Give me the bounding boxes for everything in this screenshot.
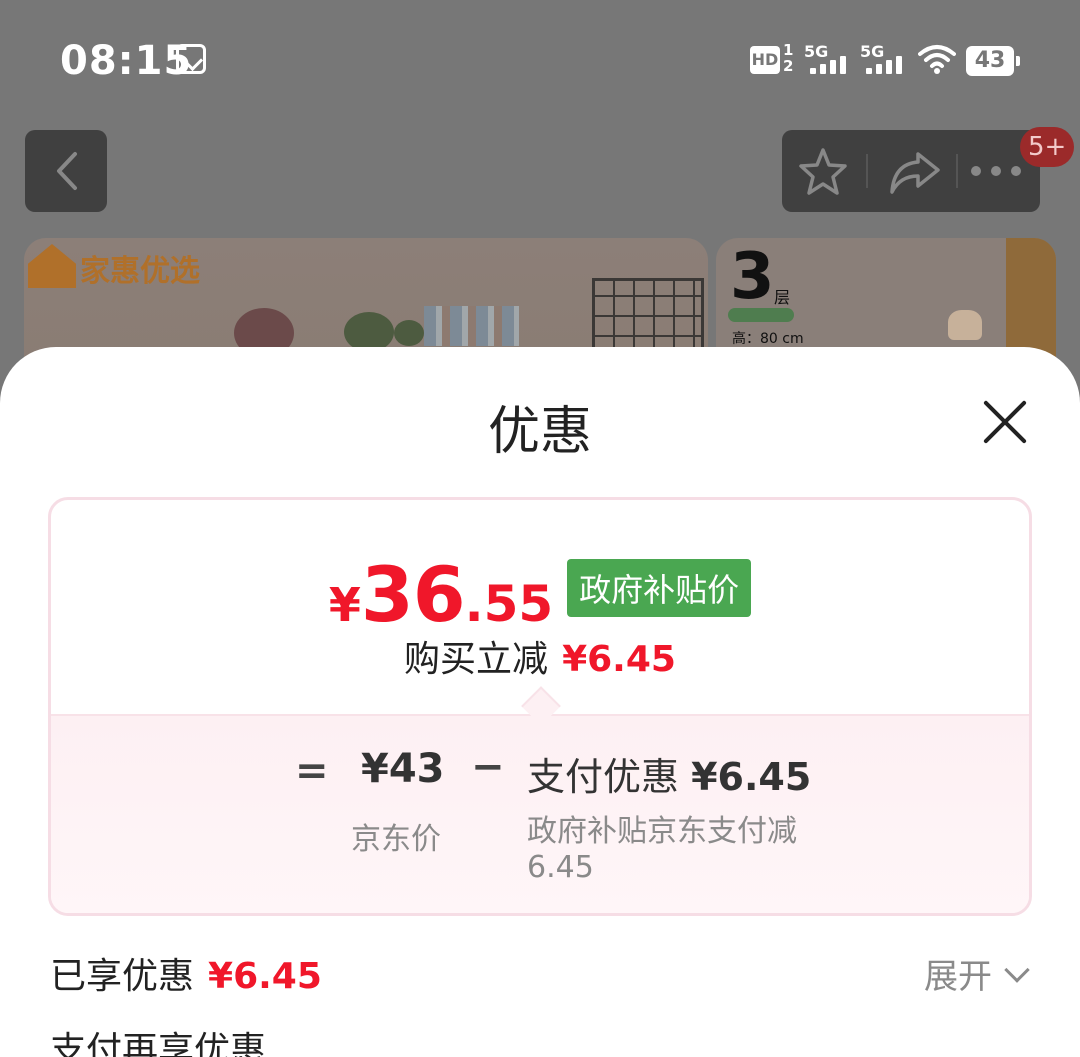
brand-label: 家惠优选: [80, 254, 200, 289]
enjoyed-discount-row: 已享优惠 ¥6.45: [50, 947, 322, 999]
house-logo-icon: [28, 244, 76, 288]
enjoyed-discount-amount: ¥6.45: [208, 956, 322, 997]
pay-more-discount-label: 支付再享优惠: [50, 1030, 267, 1057]
jd-price-label: 京东价: [351, 822, 441, 857]
pay-discount: 支付优惠 ¥6.45: [527, 755, 812, 799]
instant-discount-label: 购买立减: [404, 639, 549, 680]
signal-bars-icon: [866, 56, 904, 74]
battery-icon: 43: [966, 46, 1020, 76]
nav-actions-bar: [782, 130, 1040, 212]
height-dimension: 高：80 cm: [732, 331, 804, 347]
price-card: ¥36.55 政府补贴价 购买立减 ¥6.45 = ¥43 − 支付优惠 ¥6.45…: [48, 497, 1032, 916]
hd-sim-indicator: 1 2: [783, 41, 794, 75]
instant-discount-amount: ¥6.45: [562, 639, 676, 680]
more-dots-icon[interactable]: [968, 164, 1024, 178]
gov-subsidy-tag: 政府补贴价: [567, 559, 752, 617]
status-time: 08:15: [60, 38, 193, 84]
enjoyed-discount-label: 已享优惠: [50, 956, 195, 997]
color-tag: [728, 308, 794, 322]
instant-discount-row: 购买立减 ¥6.45: [51, 630, 1029, 682]
expand-button[interactable]: 展开: [924, 949, 992, 998]
close-icon[interactable]: [976, 393, 1034, 451]
final-price-row: ¥36.55 政府补贴价: [51, 550, 1029, 639]
share-arrow-icon[interactable]: [886, 148, 942, 196]
pay-discount-description: 政府补贴京东支付减6.45: [527, 814, 797, 885]
signal-bars-icon: [810, 56, 848, 74]
chevron-down-icon[interactable]: [1004, 957, 1030, 983]
shelf-tier-unit: 层: [774, 288, 791, 307]
notification-badge: 5+: [1020, 127, 1075, 167]
jd-price-value: ¥43: [361, 746, 445, 792]
minus-sign: −: [471, 744, 505, 790]
star-icon[interactable]: [796, 146, 850, 198]
back-button[interactable]: [25, 130, 107, 212]
status-bar: 08:15 HD 1 2 5G 5G 43: [0, 0, 1080, 120]
final-price: ¥36.55: [328, 550, 554, 639]
equals-sign: =: [295, 748, 329, 794]
price-breakdown: = ¥43 − 支付优惠 ¥6.45 京东价 政府补贴京东支付减6.45: [51, 714, 1029, 913]
shelf-tier-number: 3: [730, 240, 775, 314]
hd-voice-icon: HD: [750, 46, 780, 74]
screenshot-icon: [176, 44, 206, 74]
chevron-left-icon: [57, 152, 77, 190]
discount-sheet: 优惠 ¥36.55 政府补贴价 购买立减 ¥6.45 = ¥43 − 支付优惠 ¥6…: [0, 347, 1080, 1057]
wifi-icon: [918, 45, 956, 74]
sheet-title: 优惠: [487, 402, 592, 462]
